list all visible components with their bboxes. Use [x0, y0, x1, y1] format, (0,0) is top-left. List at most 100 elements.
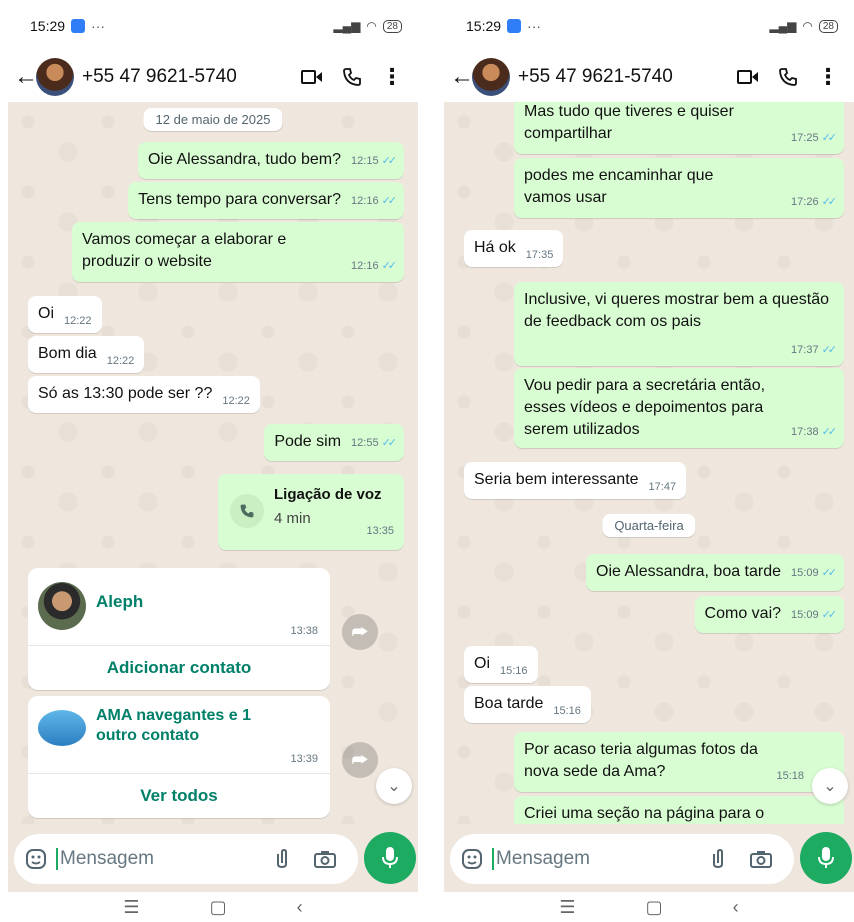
battery-icon: 28 [818, 19, 838, 33]
system-nav-bar: ☰ ▢ ‹ [8, 892, 418, 922]
contact-avatar[interactable] [38, 582, 86, 630]
attach-icon[interactable] [262, 848, 302, 870]
signal-icon: ▂▄▆ [333, 19, 361, 33]
wifi-icon: ◠ [802, 19, 813, 33]
voice-call-bubble[interactable]: Ligação de voz 4 min 13:35 [218, 474, 404, 550]
more-icon[interactable]: ⋮ [372, 64, 412, 90]
forward-icon[interactable]: ⮫ [342, 614, 378, 650]
message-time: 13:35 [366, 525, 394, 537]
message-placeholder: Mensagem [56, 848, 262, 870]
mic-icon[interactable] [364, 832, 416, 884]
message-bubble[interactable]: Boa tarde 15:16 [464, 686, 591, 723]
message-bubble[interactable]: Oie Alessandra, boa tarde 15:09 ✓✓ [586, 554, 844, 591]
message-bubble[interactable]: Seria bem interessante 17:47 [464, 462, 687, 499]
more-icon[interactable]: ⋮ [808, 64, 848, 90]
message-text: Mas tudo que tiveres e quiser compartilh… [524, 103, 734, 142]
message-time: 15:09 [791, 567, 819, 579]
message-bubble[interactable]: Inclusive, vi queres mostrar bem a quest… [514, 282, 844, 366]
status-dots: ··· [527, 18, 542, 34]
chat-area[interactable]: 12 de maio de 2025 Oie Alessandra, tudo … [8, 102, 418, 824]
double-check-icon: ✓✓ [821, 567, 838, 579]
avatar[interactable] [472, 58, 510, 96]
forward-icon[interactable]: ⮫ [342, 742, 378, 778]
notification-icon [71, 19, 86, 33]
back-nav-icon[interactable]: ‹ [733, 897, 739, 918]
message-input[interactable]: Mensagem [14, 834, 358, 884]
home-nav-icon[interactable]: ▢ [646, 897, 663, 918]
double-check-icon: ✓✓ [381, 260, 398, 272]
back-arrow-icon[interactable]: ← [450, 63, 474, 91]
composer-bar: Mensagem [444, 824, 854, 892]
message-time: 17:47 [648, 481, 677, 493]
double-check-icon: ✓✓ [381, 195, 398, 207]
message-bubble[interactable]: Tens tempo para conversar? 12:16 ✓✓ [128, 182, 404, 219]
message-bubble[interactable]: Oi 15:16 [464, 646, 538, 683]
back-arrow-icon[interactable]: ← [14, 63, 38, 91]
contact-avatar[interactable] [38, 710, 86, 746]
message-time: 12:16 [351, 260, 379, 272]
double-check-icon: ✓✓ [381, 155, 398, 167]
scroll-down-icon[interactable]: ⌄ [376, 768, 412, 804]
contact-phone[interactable]: +55 47 9621-5740 [82, 66, 292, 88]
attach-icon[interactable] [698, 848, 738, 870]
double-check-icon: ✓✓ [821, 344, 838, 356]
message-bubble[interactable]: Há ok 17:35 [464, 230, 564, 267]
add-contact-button[interactable]: Adicionar contato [28, 646, 330, 690]
message-bubble[interactable]: Só as 13:30 pode ser ?? 12:22 [28, 376, 260, 413]
back-nav-icon[interactable]: ‹ [297, 897, 303, 918]
message-bubble[interactable]: Por acaso teria algumas fotos da nova se… [514, 732, 844, 792]
message-bubble[interactable]: Vou pedir para a secretária então, esses… [514, 368, 844, 448]
chat-area[interactable]: Mas tudo que tiveres e quiser compartilh… [444, 102, 854, 824]
video-call-icon[interactable] [728, 69, 768, 85]
message-time: 13:39 [290, 753, 318, 765]
message-bubble[interactable]: Bom dia 12:22 [28, 336, 145, 373]
contact-phone[interactable]: +55 47 9621-5740 [518, 66, 728, 88]
home-nav-icon[interactable]: ▢ [210, 897, 227, 918]
call-duration: 4 min [274, 510, 311, 527]
notification-icon [507, 19, 522, 33]
video-call-icon[interactable] [292, 69, 332, 85]
message-bubble[interactable]: Pode sim 12:55 ✓✓ [264, 424, 404, 461]
message-time: 13:38 [290, 625, 318, 637]
message-bubble[interactable]: Oi 12:22 [28, 296, 102, 333]
menu-nav-icon[interactable]: ☰ [559, 897, 575, 918]
message-text: Oie Alessandra, boa tarde [596, 563, 782, 580]
message-bubble[interactable]: Mas tudo que tiveres e quiser compartilh… [514, 102, 844, 154]
message-bubble[interactable]: Como vai? 15:09 ✓✓ [694, 596, 844, 633]
composer-bar: Mensagem [8, 824, 418, 892]
message-time: 12:22 [64, 315, 92, 327]
camera-icon[interactable] [738, 850, 784, 868]
emoji-icon[interactable] [24, 847, 48, 871]
phone-icon[interactable] [332, 67, 372, 87]
avatar[interactable] [36, 58, 74, 96]
camera-icon[interactable] [302, 850, 348, 868]
status-icons: ▂▄▆ ◠ 28 [769, 19, 838, 33]
message-text: Tens tempo para conversar? [138, 191, 342, 208]
message-text: Só as 13:30 pode ser ?? [38, 385, 213, 402]
view-all-button[interactable]: Ver todos [28, 774, 330, 818]
status-bar: 15:29 ··· ▂▄▆ ◠ 28 [444, 0, 854, 52]
message-text: Bom dia [38, 345, 97, 362]
double-check-icon: ✓✓ [381, 437, 398, 449]
message-bubble[interactable]: Vamos começar a elaborar e produzir o we… [72, 222, 404, 282]
message-text: Criei uma seção na página para o [524, 805, 765, 822]
mic-icon[interactable] [800, 832, 852, 884]
message-bubble[interactable]: podes me encaminhar que vamos usar 17:26 ✓… [514, 158, 844, 218]
chat-header: ← +55 47 9621-5740 ⋮ [8, 52, 418, 102]
message-time: 15:18 [776, 770, 804, 782]
scroll-down-icon[interactable]: ⌄ [812, 768, 848, 804]
emoji-icon[interactable] [460, 847, 484, 871]
contact-name[interactable]: AMA navegantes e 1 outro contato [96, 706, 296, 746]
message-time: 12:55 [351, 437, 379, 449]
battery-icon: 28 [382, 19, 402, 33]
message-time: 17:25 [791, 132, 819, 144]
phone-icon[interactable] [768, 67, 808, 87]
date-chip: Quarta-feira [602, 514, 696, 537]
message-input[interactable]: Mensagem [450, 834, 794, 884]
message-text: Como vai? [704, 605, 782, 622]
contact-name[interactable]: Aleph [96, 592, 143, 612]
message-bubble[interactable]: Criei uma seção na página para o [514, 796, 844, 824]
menu-nav-icon[interactable]: ☰ [123, 897, 139, 918]
call-title: Ligação de voz [274, 486, 382, 503]
message-bubble[interactable]: Oie Alessandra, tudo bem? 12:15 ✓✓ [138, 142, 404, 179]
